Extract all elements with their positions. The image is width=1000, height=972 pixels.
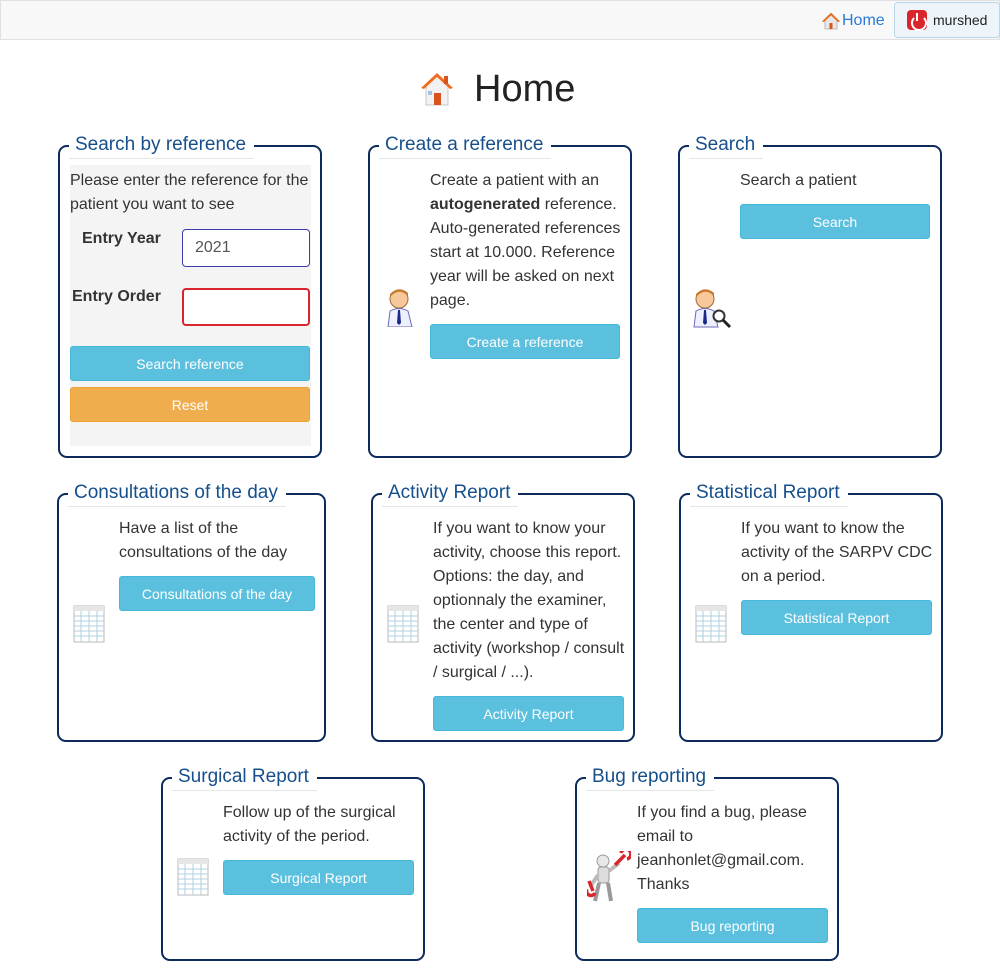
create-text-bold: autogenerated [430,196,541,213]
activity-report-text: If you want to know your activity, choos… [433,520,625,681]
consultations-button[interactable]: Consultations of the day [119,576,315,611]
consultations-text: Have a list of the consultations of the … [119,520,288,561]
activity-report-button[interactable]: Activity Report [433,696,624,731]
panel-bug-reporting: Bug reporting If you find a bug, please … [575,764,839,961]
page-title: Home [474,67,576,110]
bug-reporting-text: If you find a bug, please email to jeanh… [637,804,807,893]
panel-search-by-reference: Search by reference Please enter the ref… [58,132,322,458]
bug-reporting-button[interactable]: Bug reporting [637,908,828,943]
panel-legend: Consultations of the day [68,480,286,507]
search-reference-form: Please enter the reference for the patie… [70,165,311,446]
entry-order-label: Entry Order [72,288,161,305]
entry-year-input[interactable] [182,229,310,267]
create-text-part: Create a patient with an [430,172,599,189]
logout-user-button[interactable]: murshed [894,2,1000,38]
search-reference-button[interactable]: Search reference [70,346,310,381]
search-text: Search a patient [740,172,857,189]
create-reference-text: Create a patient with an autogenerated r… [430,169,626,313]
search-patient-button[interactable]: Search [740,204,930,239]
panel-legend: Create a reference [379,132,552,159]
panel-surgical-report: Surgical Report Follow up of the surgica… [161,764,425,961]
panel-legend: Search by reference [69,132,255,159]
entry-order-input[interactable] [182,288,310,326]
panel-legend: Activity Report [382,480,519,507]
create-reference-button[interactable]: Create a reference [430,324,620,359]
spreadsheet-icon [387,605,419,643]
panel-statistical-report: Statistical Report If you want to know t… [679,480,943,742]
panel-create-reference: Create a reference Create a patient with… [368,132,632,458]
surgical-report-text: Follow up of the surgical activity of th… [223,804,396,845]
power-icon [907,10,927,31]
statistical-report-text: If you want to know the activity of the … [741,520,933,585]
spreadsheet-icon [73,605,105,643]
doctor-search-icon [693,289,732,329]
home-icon [421,73,453,106]
home-icon [822,12,840,30]
statistical-report-button[interactable]: Statistical Report [741,600,932,635]
nav-home-link[interactable]: Home [822,11,885,31]
robot-wrench-icon [587,851,631,902]
reset-button[interactable]: Reset [70,387,310,422]
surgical-report-button[interactable]: Surgical Report [223,860,414,895]
nav-home-label: Home [842,12,885,29]
top-navbar: Home murshed [0,0,1000,40]
form-intro-text: Please enter the reference for the patie… [70,172,309,213]
panel-legend: Statistical Report [690,480,848,507]
panel-search: Search Search a patient Search [678,132,942,458]
panel-legend: Surgical Report [172,764,317,791]
doctor-icon [387,289,413,327]
panel-activity-report: Activity Report If you want to know your… [371,480,635,742]
panel-legend: Bug reporting [586,764,715,791]
spreadsheet-icon [695,605,727,643]
page-header: Home [420,66,575,112]
panel-consultations: Consultations of the day Have a list of … [57,480,326,742]
entry-year-label: Entry Year [82,230,161,247]
spreadsheet-icon [177,858,209,896]
user-name: murshed [933,12,988,28]
panel-legend: Search [689,132,764,159]
